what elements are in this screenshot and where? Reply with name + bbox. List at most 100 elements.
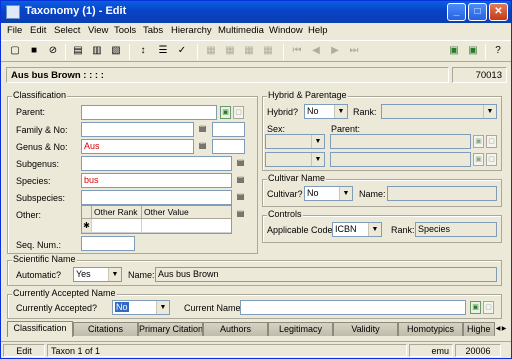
applicable-code-select[interactable]: ICBN ▼ bbox=[332, 222, 382, 237]
record-irn: 70013 bbox=[452, 67, 507, 83]
tab-classification[interactable]: Classification bbox=[7, 321, 73, 337]
subgenus-label: Subgenus: bbox=[16, 159, 60, 169]
genus-field[interactable]: Aus bbox=[81, 139, 194, 154]
previous-record-icon[interactable]: ◀ bbox=[309, 44, 323, 58]
menu-multimedia[interactable]: Multimedia bbox=[218, 25, 264, 36]
menu-help[interactable]: Help bbox=[308, 25, 328, 36]
family-field[interactable] bbox=[81, 122, 194, 137]
sex-select-1[interactable]: ▼ bbox=[265, 134, 325, 149]
parent-2-attach-icon[interactable]: ▣ bbox=[473, 153, 484, 166]
list-view-icon[interactable]: ▦ bbox=[204, 44, 218, 58]
parent-attach-icon[interactable]: ▣ bbox=[220, 106, 231, 119]
delete-record-icon[interactable]: ▧ bbox=[109, 44, 123, 58]
minimize-button[interactable]: _ bbox=[447, 3, 466, 21]
tab-authors[interactable]: Authors bbox=[203, 322, 268, 336]
menu-edit[interactable]: Edit bbox=[30, 25, 46, 36]
cultivar-name-field[interactable] bbox=[387, 186, 497, 201]
first-record-icon[interactable]: ⏮ bbox=[290, 44, 304, 58]
automatic-select[interactable]: Yes ▼ bbox=[73, 267, 122, 282]
menu-view[interactable]: View bbox=[88, 25, 108, 36]
parent-1-detach-icon[interactable]: ▢ bbox=[486, 135, 497, 148]
controls-rank-label: Rank: bbox=[391, 225, 415, 235]
help-icon[interactable]: ? bbox=[491, 44, 505, 58]
genus-picker-icon[interactable]: ▤ bbox=[197, 139, 208, 153]
grid-view-icon[interactable]: ▦ bbox=[242, 44, 256, 58]
title-bar[interactable]: Taxonomy (1) - Edit _ □ ✕ bbox=[1, 1, 511, 23]
tab-higher[interactable]: Highe bbox=[463, 322, 495, 336]
tab-primary-citation[interactable]: Primary Citation bbox=[138, 322, 203, 336]
parent-1-attach-icon[interactable]: ▣ bbox=[473, 135, 484, 148]
subgenus-picker-icon[interactable]: ▤ bbox=[235, 156, 246, 170]
other-rank-header[interactable]: Other Rank bbox=[92, 206, 142, 219]
parent-field[interactable] bbox=[81, 105, 217, 120]
current-name-attach-icon[interactable]: ▣ bbox=[470, 301, 481, 314]
last-record-icon[interactable]: ⏭ bbox=[347, 44, 361, 58]
find-icon[interactable]: ☰ bbox=[156, 44, 170, 58]
other-rank-cell[interactable] bbox=[92, 219, 142, 233]
cancel-icon[interactable]: ⊘ bbox=[46, 44, 60, 58]
seq-num-field[interactable] bbox=[81, 236, 135, 251]
hybrid-select[interactable]: No ▼ bbox=[304, 104, 348, 119]
attach-icon[interactable]: ▣ bbox=[447, 44, 461, 58]
species-picker-icon[interactable]: ▤ bbox=[235, 173, 246, 187]
menu-tools[interactable]: Tools bbox=[114, 25, 136, 36]
sex-label: Sex: bbox=[267, 124, 286, 134]
automatic-value: Yes bbox=[76, 269, 91, 279]
other-rank-grid[interactable]: Other Rank Other Value ✱ bbox=[81, 205, 232, 234]
parent-label: Parent: bbox=[16, 107, 46, 117]
other-picker-icon[interactable]: ▤ bbox=[235, 207, 246, 221]
close-button[interactable]: ✕ bbox=[489, 3, 508, 21]
maximize-button[interactable]: □ bbox=[468, 3, 487, 21]
hybrid-rank-select[interactable]: ▼ bbox=[381, 104, 497, 119]
sex-select-2[interactable]: ▼ bbox=[265, 152, 325, 167]
other-value-header[interactable]: Other Value bbox=[142, 206, 231, 219]
page-view-icon[interactable]: ▦ bbox=[223, 44, 237, 58]
scientific-name-field: Aus bus Brown bbox=[155, 267, 497, 282]
toolbar-separator bbox=[65, 44, 66, 60]
subspecies-field[interactable] bbox=[81, 190, 232, 205]
hybrid-parent-field-1[interactable] bbox=[330, 134, 471, 149]
tab-legitimacy[interactable]: Legitimacy bbox=[268, 322, 333, 336]
copy-record-icon[interactable]: ▥ bbox=[90, 44, 104, 58]
family-picker-icon[interactable]: ▤ bbox=[197, 122, 208, 136]
tab-citations[interactable]: Citations bbox=[73, 322, 138, 336]
next-record-icon[interactable]: ▶ bbox=[328, 44, 342, 58]
new-icon[interactable]: ▢ bbox=[8, 44, 22, 58]
hybrid-parent-field-2[interactable] bbox=[330, 152, 471, 167]
species-field[interactable]: bus bbox=[81, 173, 232, 188]
tab-scroll-right-icon[interactable]: ▶ bbox=[501, 322, 507, 336]
current-name-field[interactable] bbox=[240, 300, 466, 315]
subgenus-field[interactable] bbox=[81, 156, 232, 171]
menu-select[interactable]: Select bbox=[54, 25, 80, 36]
spell-check-icon[interactable]: ✓ bbox=[175, 44, 189, 58]
menu-tabs[interactable]: Tabs bbox=[143, 25, 163, 36]
seq-num-label: Seq. Num.: bbox=[16, 240, 62, 250]
app-icon bbox=[6, 5, 20, 19]
current-name-label: Current Name: bbox=[184, 303, 244, 313]
cultivar-value: No bbox=[307, 188, 319, 198]
menu-hierarchy[interactable]: Hierarchy bbox=[171, 25, 212, 36]
detach-icon[interactable]: ▣ bbox=[466, 44, 480, 58]
summary-view-icon[interactable]: ▦ bbox=[261, 44, 275, 58]
hybrid-label: Hybrid? bbox=[267, 107, 299, 117]
currently-accepted-select[interactable]: No ▼ bbox=[112, 300, 170, 315]
toolbar-separator bbox=[283, 44, 284, 60]
menu-file[interactable]: File bbox=[7, 25, 22, 36]
parent-detach-icon[interactable]: ▢ bbox=[233, 106, 244, 119]
subspecies-picker-icon[interactable]: ▤ bbox=[235, 190, 246, 204]
parent-2-detach-icon[interactable]: ▢ bbox=[486, 153, 497, 166]
tab-homotypics[interactable]: Homotypics bbox=[398, 322, 463, 336]
cultivar-select[interactable]: No ▼ bbox=[304, 186, 353, 201]
save-icon[interactable]: ■ bbox=[27, 44, 41, 58]
scientific-name-label: Name: bbox=[128, 270, 155, 280]
current-name-detach-icon[interactable]: ▢ bbox=[483, 301, 494, 314]
family-number-field[interactable] bbox=[212, 122, 245, 137]
chevron-down-icon: ▼ bbox=[108, 268, 121, 281]
accepted-name-title: Currently Accepted Name bbox=[12, 288, 117, 298]
menu-window[interactable]: Window bbox=[269, 25, 303, 36]
sort-icon[interactable]: ↕ bbox=[136, 44, 150, 58]
new-record-icon[interactable]: ▤ bbox=[71, 44, 85, 58]
genus-number-field[interactable] bbox=[212, 139, 245, 154]
tab-validity[interactable]: Validity bbox=[333, 322, 398, 336]
other-value-cell[interactable] bbox=[142, 219, 231, 233]
